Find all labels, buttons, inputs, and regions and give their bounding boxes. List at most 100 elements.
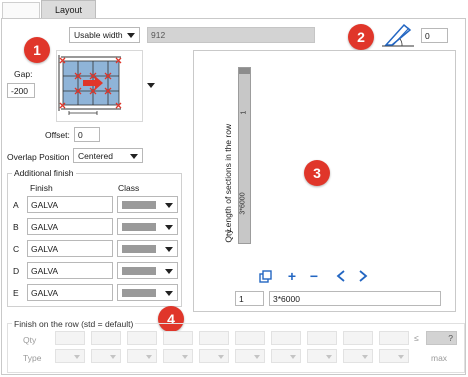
chevron-down-icon: [165, 202, 173, 208]
gap-input[interactable]: -200: [7, 83, 35, 98]
width-value: 912: [151, 30, 166, 40]
finish-type-select: [55, 349, 85, 363]
class-select[interactable]: [117, 284, 178, 301]
remove-section-button[interactable]: −: [306, 268, 322, 284]
section-column[interactable]: 3*6000 1: [238, 67, 251, 244]
width-mode-select[interactable]: Usable width: [69, 27, 140, 43]
chevron-down-icon: [165, 290, 173, 296]
offset-value: 0: [78, 129, 83, 140]
chevron-down-icon: [165, 268, 173, 274]
layout-diagram[interactable]: [56, 50, 143, 122]
class-select[interactable]: [117, 240, 178, 257]
finish-row-letter: E: [13, 288, 19, 298]
offset-input[interactable]: 0: [74, 127, 100, 142]
angle-value: 0: [425, 30, 430, 41]
finish-qty-cell: [271, 331, 301, 345]
copy-icon: [258, 269, 272, 283]
finish-input[interactable]: GALVA: [27, 262, 113, 279]
chevron-down-icon: [165, 246, 173, 252]
chevron-down-icon: [362, 355, 368, 359]
previous-button[interactable]: [333, 268, 349, 284]
angle-icon: [382, 23, 414, 47]
finish-qty-cell: [55, 331, 85, 345]
finish-row-letter: C: [13, 244, 20, 254]
finish-input[interactable]: GALVA: [27, 284, 113, 301]
copy-button[interactable]: [257, 268, 273, 284]
finish-qty-cell: [307, 331, 337, 345]
finish-value: GALVA: [31, 199, 59, 210]
finish-type-select: [127, 349, 157, 363]
minus-icon: −: [309, 268, 319, 284]
finish-row-type-label: Type: [23, 353, 42, 363]
angle-input[interactable]: 0: [421, 28, 448, 43]
plus-icon: +: [287, 268, 297, 284]
finish-qty-cell: [91, 331, 121, 345]
finish-type-select: [379, 349, 409, 363]
section-length-value: 3*6000: [273, 293, 300, 304]
finish-type-select: [91, 349, 121, 363]
section-column-qty: 1: [240, 110, 247, 114]
chevron-down-icon: [74, 355, 80, 359]
chevron-down-icon: [218, 355, 224, 359]
class-select[interactable]: [117, 262, 178, 279]
chevron-down-icon: [127, 33, 135, 38]
finish-max-label: max: [431, 353, 448, 363]
finish-row-letter: D: [13, 266, 20, 276]
sections-qty-label: Qty: [223, 229, 234, 243]
section-qty-value: 1: [239, 293, 244, 304]
finish-type-select: [343, 349, 373, 363]
tab-layout[interactable]: Layout: [41, 0, 96, 18]
finish-row-letter: A: [13, 200, 19, 210]
color-swatch: [122, 222, 156, 231]
finish-type-select: [235, 349, 265, 363]
class-column-header: Class: [118, 183, 140, 193]
additional-finish-title: Additional finish: [12, 168, 76, 178]
finish-qty-cell: [343, 331, 373, 345]
finish-input[interactable]: GALVA: [27, 196, 113, 213]
finish-row-qty-label: Qty: [23, 335, 37, 345]
width-mode-value: Usable width: [74, 30, 123, 40]
finish-type-select: [199, 349, 229, 363]
chevron-down-icon: [290, 355, 296, 359]
color-swatch: [122, 266, 156, 275]
add-section-button[interactable]: +: [284, 268, 300, 284]
callout-badge-1: 1: [24, 37, 50, 63]
chevron-down-icon: [182, 355, 188, 359]
section-column-length: 3*6000: [240, 191, 248, 215]
tab-blank[interactable]: [2, 2, 40, 18]
finish-qty-cell: [127, 331, 157, 345]
chevron-down-icon: [326, 355, 332, 359]
gap-value: -200: [11, 85, 29, 96]
finish-type-select: [307, 349, 337, 363]
finish-row-letter: B: [13, 222, 19, 232]
section-qty-input[interactable]: 1: [235, 291, 264, 306]
finish-value: GALVA: [31, 221, 59, 232]
chevron-down-icon: [130, 153, 138, 159]
finish-qty-cell: [163, 331, 193, 345]
finish-value: GALVA: [31, 265, 59, 276]
finish-input[interactable]: GALVA: [27, 218, 113, 235]
callout-badge-3: 3: [304, 160, 330, 186]
width-value-field: 912: [147, 27, 315, 43]
color-swatch: [122, 244, 156, 253]
callout-badge-2: 2: [348, 24, 374, 50]
finish-qty-cell: [379, 331, 409, 345]
finish-value: GALVA: [31, 243, 59, 254]
chevron-down-icon: [165, 224, 173, 230]
chevron-down-icon: [254, 355, 260, 359]
finish-input[interactable]: GALVA: [27, 240, 113, 257]
overlap-position-select[interactable]: Centered: [73, 148, 143, 163]
finish-value: GALVA: [31, 287, 59, 298]
color-swatch: [122, 200, 156, 209]
chevron-down-icon: [398, 355, 404, 359]
next-button[interactable]: [355, 268, 371, 284]
chevron-down-icon: [110, 355, 116, 359]
finish-max-field: ?: [426, 331, 457, 345]
section-length-input[interactable]: 3*6000: [269, 291, 441, 306]
less-equal-symbol: ≤: [414, 333, 419, 343]
gap-label: Gap:: [14, 69, 33, 79]
class-select[interactable]: [117, 196, 178, 213]
diagram-dropdown-chevron-icon[interactable]: [147, 83, 155, 88]
finish-max-value: ?: [448, 333, 453, 343]
class-select[interactable]: [117, 218, 178, 235]
